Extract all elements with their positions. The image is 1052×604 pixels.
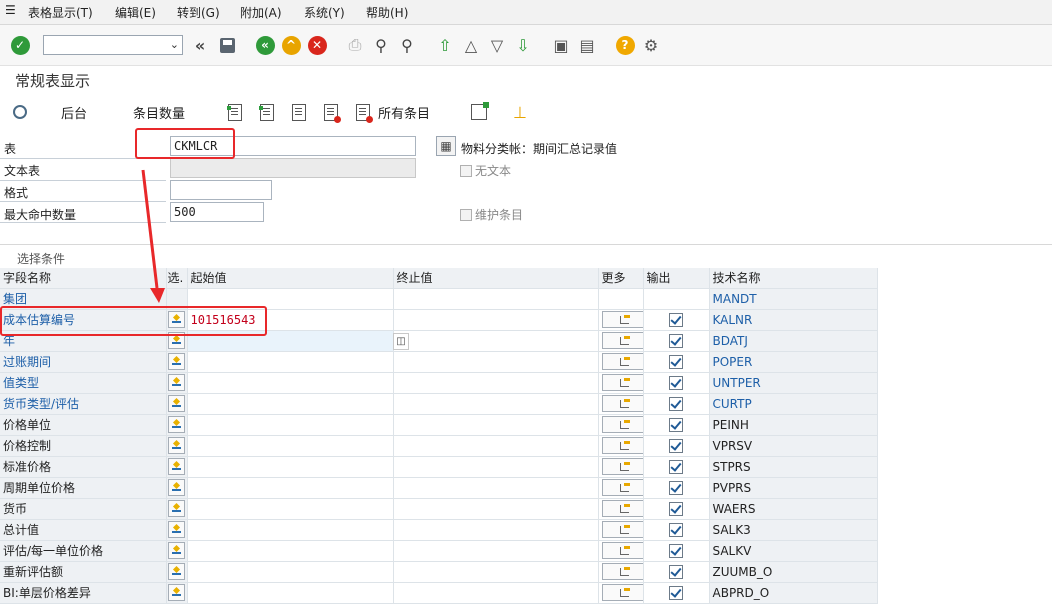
annotation-arrow bbox=[141, 169, 165, 303]
